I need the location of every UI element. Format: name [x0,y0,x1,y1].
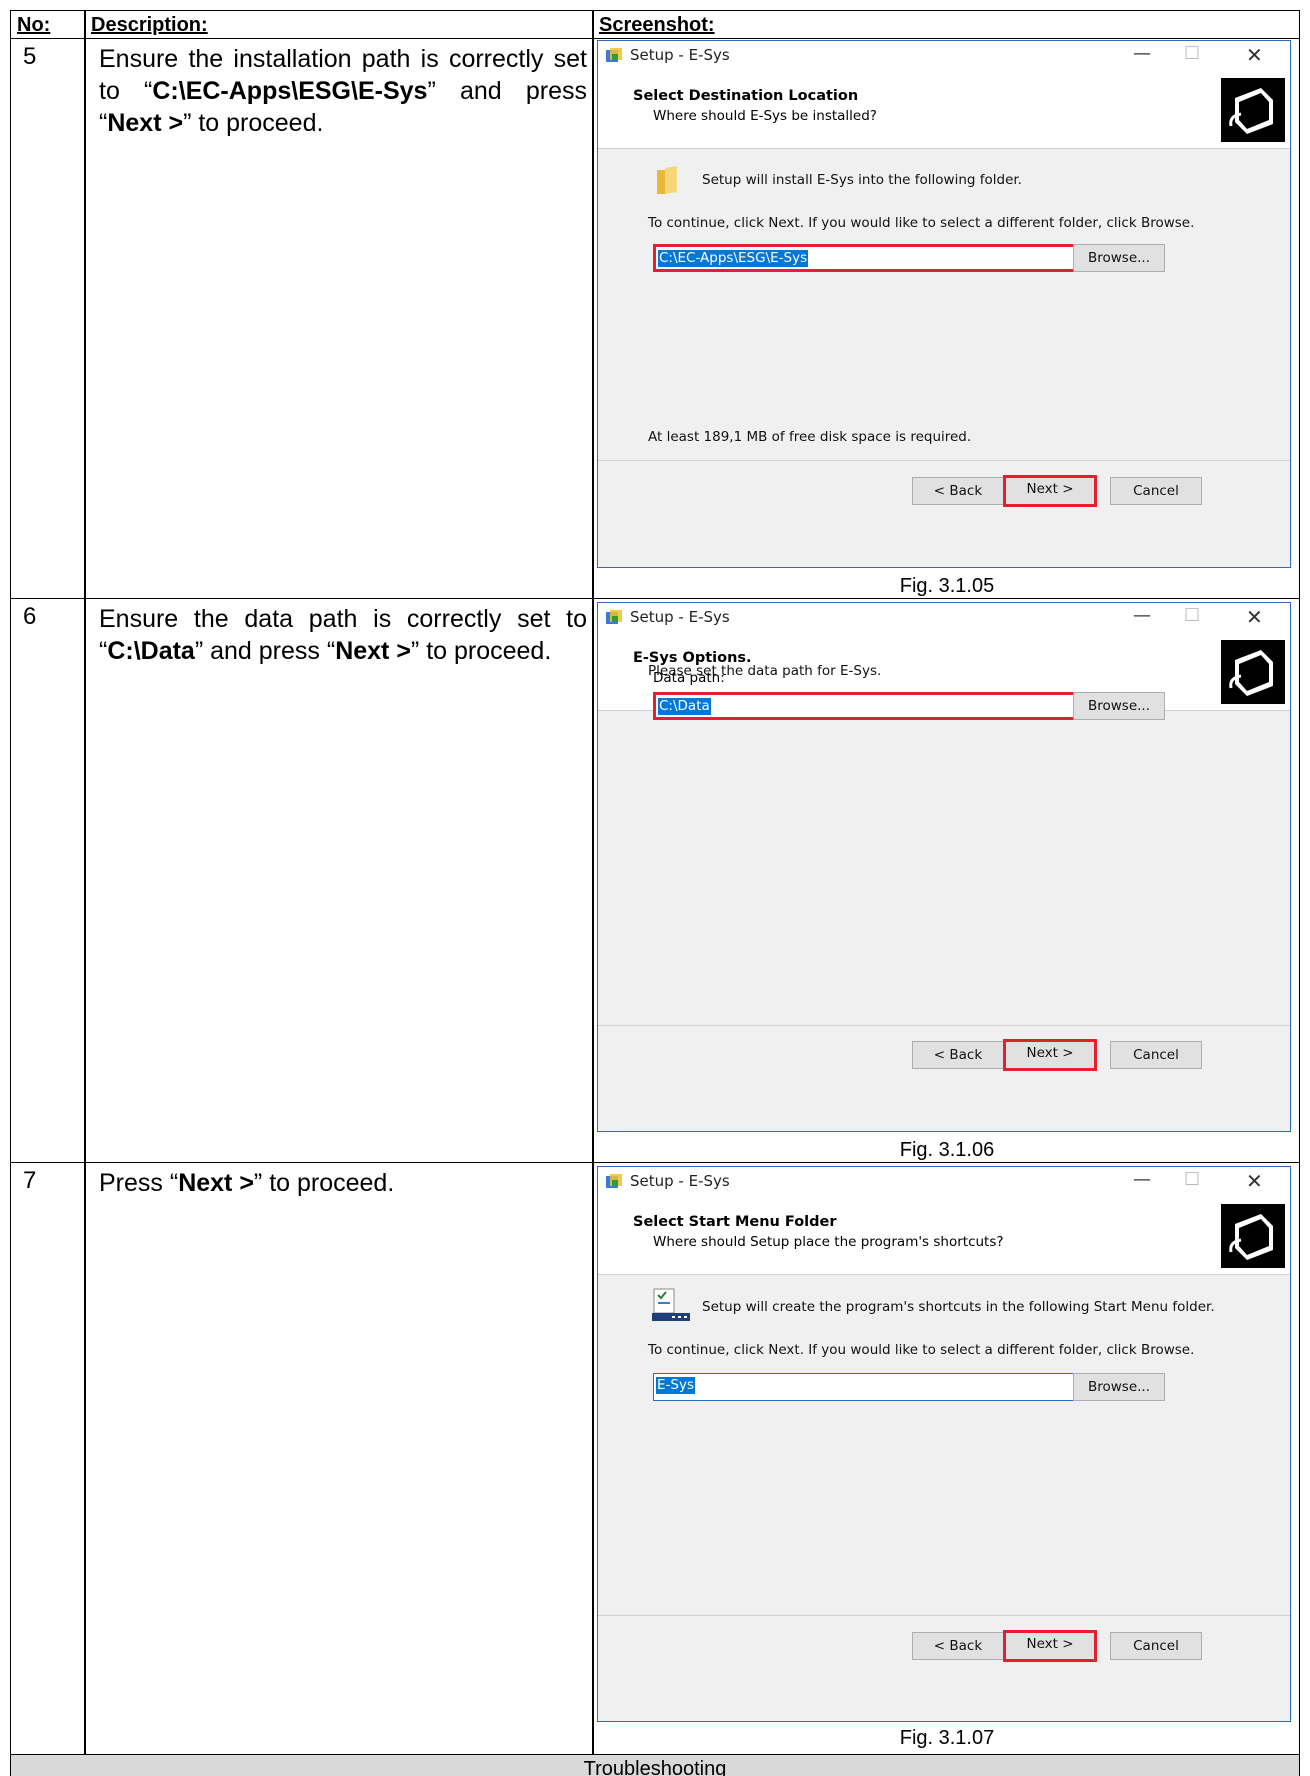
computer-logo-icon [1221,640,1285,704]
window-title: Setup - E-Sys [630,46,730,64]
start-menu-folder-input[interactable]: E-Sys [653,1373,1113,1401]
browse-button[interactable]: Browse... [1073,244,1165,272]
wizard-subheading: Where should E-Sys be installed? [653,108,877,124]
window-title: Setup - E-Sys [630,1172,730,1190]
step-number: 7 [23,1167,37,1194]
setup-app-icon [606,48,622,62]
close-icon[interactable]: ✕ [1246,43,1263,67]
setup-dialog-options: Setup - E-Sys — ☐ ✕ E-Sys Options. Data … [597,602,1291,1132]
minimize-icon[interactable]: — [1133,1169,1151,1190]
cancel-button[interactable]: Cancel [1110,477,1202,505]
wizard-heading: Select Start Menu Folder [633,1214,837,1230]
start-menu-folder-value: E-Sys [656,1377,695,1394]
minimize-icon[interactable]: — [1133,43,1151,64]
header-description: Description: [91,14,208,36]
maximize-icon[interactable]: ☐ [1184,1169,1200,1190]
setup-app-icon [606,1174,622,1188]
minimize-icon[interactable]: — [1133,605,1151,626]
divider [598,1615,1290,1616]
step-description: Press “Next >” to proceed. [99,1169,395,1197]
folder-icon [657,166,677,194]
wizard-header: Select Destination Location Where should… [598,71,1290,149]
figure-caption: Fig. 3.1.06 [899,1139,995,1161]
back-button[interactable]: < Back [912,1041,1004,1069]
title-bar: Setup - E-Sys — ☐ ✕ [598,1167,1290,1197]
figure-caption: Fig. 3.1.07 [899,1727,995,1749]
back-button[interactable]: < Back [912,1632,1004,1660]
figure-caption: Fig. 3.1.05 [899,575,995,597]
back-button[interactable]: < Back [912,477,1004,505]
step-description: Ensure the data path is correctly set to… [99,605,587,665]
divider [598,460,1290,461]
continue-instructions: To continue, click Next. If you would li… [648,1342,1195,1358]
setup-app-icon [606,610,622,624]
step-number: 5 [23,43,37,70]
maximize-icon[interactable]: ☐ [1184,605,1200,626]
close-icon[interactable]: ✕ [1246,605,1263,629]
data-path-prompt: Please set the data path for E-Sys. [648,663,882,679]
next-button[interactable]: Next > [1003,475,1097,507]
disk-space-text: At least 189,1 MB of free disk space is … [648,429,972,445]
install-path-value: C:\EC-Apps\ESG\E-Sys [658,250,809,267]
computer-logo-icon [1221,1204,1285,1268]
shortcut-info-text: Setup will create the program's shortcut… [702,1299,1215,1315]
data-path-value: C:\Data [658,698,711,715]
computer-logo-icon [1221,78,1285,142]
setup-dialog-start-menu: Setup - E-Sys — ☐ ✕ Select Start Menu Fo… [597,1166,1291,1722]
install-path-input[interactable]: C:\EC-Apps\ESG\E-Sys [653,244,1113,272]
title-bar: Setup - E-Sys — ☐ ✕ [598,41,1290,71]
next-button[interactable]: Next > [1003,1039,1097,1071]
continue-instructions: To continue, click Next. If you would li… [648,215,1195,231]
next-button[interactable]: Next > [1003,1630,1097,1662]
header-no: No: [17,14,51,36]
table-header: No: Description: Screenshot: [11,11,1299,39]
close-icon[interactable]: ✕ [1246,1169,1263,1193]
step-number: 6 [23,603,37,630]
wizard-header: Select Start Menu Folder Where should Se… [598,1197,1290,1275]
window-title: Setup - E-Sys [630,608,730,626]
browse-button[interactable]: Browse... [1073,692,1165,720]
header-screenshot: Screenshot: [599,14,715,36]
troubleshooting-header: Troubleshooting [11,1754,1299,1776]
cancel-button[interactable]: Cancel [1110,1041,1202,1069]
maximize-icon[interactable]: ☐ [1184,43,1200,64]
cancel-button[interactable]: Cancel [1110,1632,1202,1660]
browse-button[interactable]: Browse... [1073,1373,1165,1401]
data-path-input[interactable]: C:\Data [653,692,1113,720]
install-info-text: Setup will install E-Sys into the follow… [702,172,1022,188]
step-description: Ensure the installation path is correctl… [99,45,587,137]
wizard-subheading: Where should Setup place the program's s… [653,1234,1004,1250]
start-menu-folder-icon [652,1288,690,1321]
divider [598,1025,1290,1026]
setup-dialog-destination: Setup - E-Sys — ☐ ✕ Select Destination L… [597,40,1291,568]
title-bar: Setup - E-Sys — ☐ ✕ [598,603,1290,633]
wizard-heading: Select Destination Location [633,88,859,104]
